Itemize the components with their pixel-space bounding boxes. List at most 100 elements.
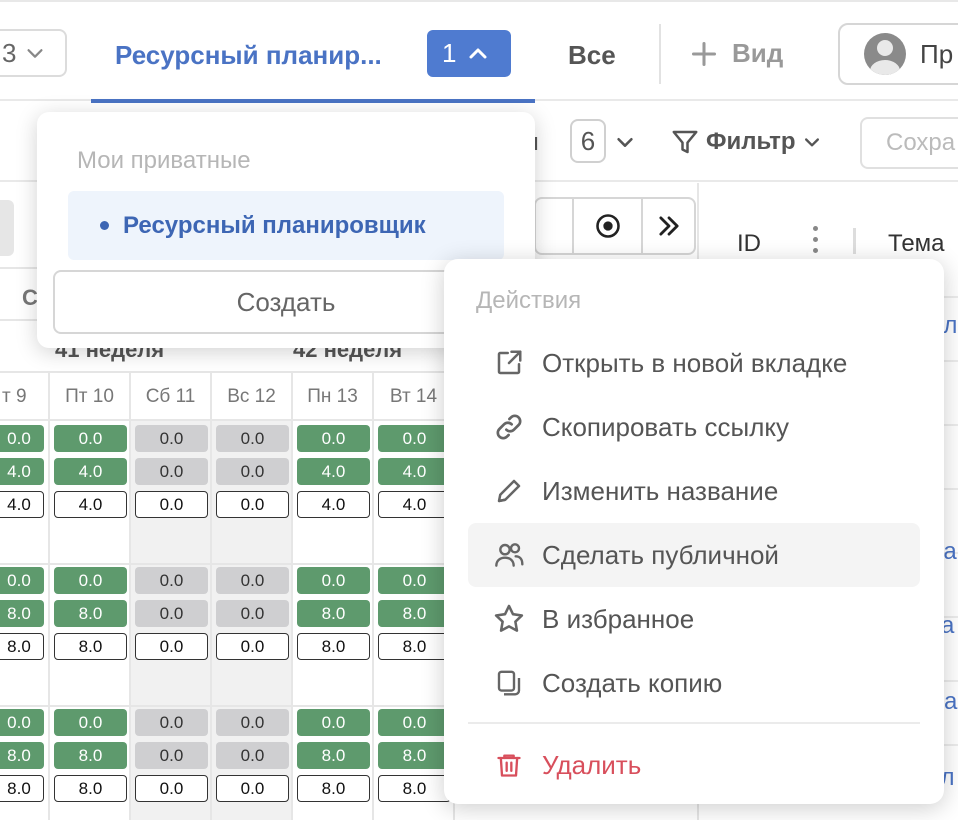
column-resize-handle[interactable]: [853, 228, 856, 254]
column-menu-icon[interactable]: [812, 226, 820, 258]
hours-cell[interactable]: 8.0: [54, 742, 127, 769]
hours-cell[interactable]: 0.0: [216, 709, 289, 736]
save-button[interactable]: Сохра: [860, 117, 958, 169]
add-view-button[interactable]: Вид: [690, 38, 783, 69]
hours-cell[interactable]: 0.0: [297, 567, 370, 594]
menu-item-make-public[interactable]: Сделать публичной: [468, 523, 920, 587]
hours-cell[interactable]: 0.0: [135, 491, 208, 518]
hours-cell[interactable]: 0.0: [297, 425, 370, 452]
hours-cell[interactable]: 0.0: [216, 775, 289, 802]
hours-cell[interactable]: 4.0: [378, 458, 451, 485]
tema-column-header[interactable]: Тема: [888, 230, 945, 258]
grid-nav-prev[interactable]: [536, 199, 574, 253]
hours-cell[interactable]: 0.0: [216, 633, 289, 660]
tab-all[interactable]: Все: [568, 40, 616, 71]
active-view-dot: [100, 221, 109, 230]
day-header: Пн 13: [293, 373, 374, 421]
day-header: т 9: [0, 373, 50, 421]
hours-cell[interactable]: 4.0: [297, 491, 370, 518]
filter-label: Фильтр: [706, 128, 796, 155]
hours-cell[interactable]: 0.0: [216, 742, 289, 769]
hours-cell[interactable]: 0.0: [54, 425, 127, 452]
copy-icon: [492, 666, 526, 700]
actions-menu-title: Действия: [476, 287, 582, 314]
menu-item-label: Открыть в новой вкладке: [542, 347, 848, 378]
hours-cell[interactable]: 8.0: [54, 633, 127, 660]
tab-divider: [659, 24, 661, 84]
hours-cell[interactable]: 0.0: [54, 709, 127, 736]
link-icon: [492, 410, 526, 444]
filter-button[interactable]: Фильтр: [670, 127, 822, 157]
hours-cell[interactable]: 0.0: [216, 567, 289, 594]
hours-cell[interactable]: 8.0: [0, 600, 44, 627]
hours-cell[interactable]: 0.0: [135, 775, 208, 802]
hours-cell[interactable]: 4.0: [378, 491, 451, 518]
hours-cell[interactable]: 0.0: [297, 709, 370, 736]
double-chevron-right-icon: [659, 216, 679, 236]
hours-cell[interactable]: 0.0: [0, 709, 44, 736]
hours-cell[interactable]: 0.0: [135, 425, 208, 452]
grid-control-left[interactable]: [0, 200, 14, 256]
view-item-resource-planner[interactable]: Ресурсный планировщик: [68, 191, 504, 260]
hours-cell[interactable]: 8.0: [297, 633, 370, 660]
hours-cell[interactable]: 8.0: [0, 633, 44, 660]
menu-item-delete[interactable]: Удалить: [468, 733, 920, 797]
hours-cell[interactable]: 0.0: [216, 425, 289, 452]
hours-cell[interactable]: 4.0: [297, 458, 370, 485]
hours-cell[interactable]: 0.0: [378, 709, 451, 736]
hours-cell[interactable]: 8.0: [378, 742, 451, 769]
menu-item-label: Сделать публичной: [542, 539, 779, 570]
day-header: Сб 11: [131, 373, 212, 421]
hours-cell[interactable]: 4.0: [0, 491, 44, 518]
menu-item-open-new-tab[interactable]: Открыть в новой вкладке: [468, 331, 920, 395]
delete-label: Удалить: [542, 749, 642, 780]
hours-cell[interactable]: 0.0: [135, 633, 208, 660]
hours-cell[interactable]: 8.0: [378, 633, 451, 660]
hours-cell[interactable]: 8.0: [0, 775, 44, 802]
hours-cell[interactable]: 0.0: [135, 709, 208, 736]
filter-icon: [672, 130, 698, 154]
target-icon: [595, 214, 620, 238]
views-count-toggle[interactable]: 1: [427, 30, 511, 77]
tab-resource-planner[interactable]: Ресурсный планир... 1: [91, 4, 535, 103]
hours-cell[interactable]: 8.0: [54, 775, 127, 802]
hours-cell[interactable]: 8.0: [297, 775, 370, 802]
hours-cell[interactable]: 0.0: [216, 458, 289, 485]
hours-cell[interactable]: 0.0: [0, 425, 44, 452]
day-header: Вт 14: [374, 373, 455, 421]
grid-nav-next[interactable]: [643, 199, 694, 253]
hours-cell[interactable]: 0.0: [135, 600, 208, 627]
actions-menu: Действия Открыть в новой вкладке Скопиро…: [444, 259, 944, 804]
hours-cell[interactable]: 0.0: [378, 567, 451, 594]
menu-item-rename[interactable]: Изменить название: [468, 459, 920, 523]
hours-cell[interactable]: 8.0: [378, 600, 451, 627]
hours-cell[interactable]: 0.0: [216, 600, 289, 627]
hours-cell[interactable]: 8.0: [378, 775, 451, 802]
hours-cell[interactable]: 0.0: [0, 567, 44, 594]
hours-cell[interactable]: 8.0: [297, 600, 370, 627]
hours-cell[interactable]: 4.0: [54, 458, 127, 485]
hours-cell[interactable]: 0.0: [135, 567, 208, 594]
hours-cell[interactable]: 8.0: [0, 742, 44, 769]
hours-cell[interactable]: 0.0: [216, 491, 289, 518]
hours-cell[interactable]: 4.0: [0, 458, 44, 485]
menu-item-copy-link[interactable]: Скопировать ссылку: [468, 395, 920, 459]
hours-cell[interactable]: 0.0: [135, 458, 208, 485]
view-select[interactable]: 3: [0, 29, 67, 77]
menu-item-duplicate[interactable]: Создать копию: [468, 651, 920, 715]
views-count: 1: [442, 38, 457, 68]
hours-cell[interactable]: 0.0: [135, 742, 208, 769]
add-view-label: Вид: [732, 38, 784, 68]
hours-cell[interactable]: 8.0: [54, 600, 127, 627]
today-button[interactable]: [574, 199, 644, 253]
chevron-down-icon[interactable]: [614, 131, 636, 153]
menu-item-favorite[interactable]: В избранное: [468, 587, 920, 651]
columns-count[interactable]: 6: [570, 119, 606, 163]
view-select-value: 3: [2, 37, 17, 68]
hours-cell[interactable]: 4.0: [54, 491, 127, 518]
hours-cell[interactable]: 8.0: [297, 742, 370, 769]
user-button[interactable]: Пр: [838, 23, 958, 85]
hours-cell[interactable]: 0.0: [54, 567, 127, 594]
id-column-header[interactable]: ID: [737, 230, 761, 258]
hours-cell[interactable]: 0.0: [378, 425, 451, 452]
